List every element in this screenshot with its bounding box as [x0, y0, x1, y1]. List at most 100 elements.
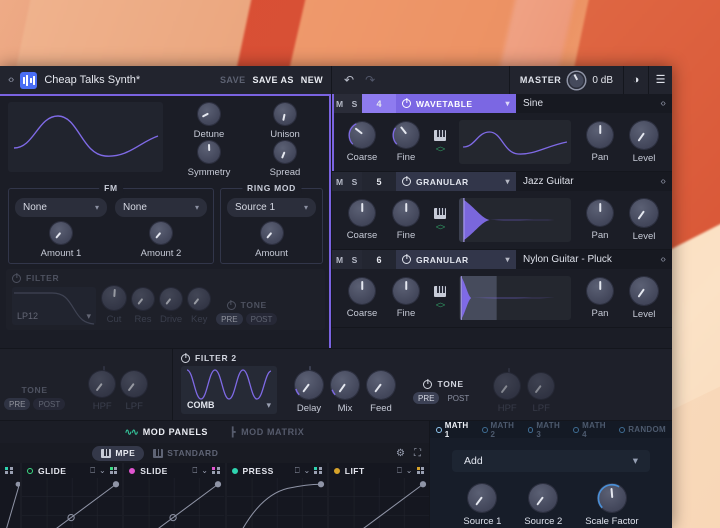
- keyboard-icon[interactable]: [434, 286, 446, 297]
- filter-1-response-graph[interactable]: LP12 ▾: [12, 287, 96, 325]
- osc-4-mute-button[interactable]: M: [332, 94, 347, 113]
- osc-4-pan-knob[interactable]: [587, 121, 613, 148]
- grid-icon[interactable]: [416, 466, 424, 475]
- gear-icon[interactable]: ⚙: [396, 448, 405, 459]
- osc-6-type-dropdown[interactable]: GRANULAR ▾: [396, 250, 516, 269]
- midi-link-icon[interactable]: <>: [436, 222, 445, 232]
- osc-6-level-knob[interactable]: [630, 276, 658, 305]
- tab-mod-matrix[interactable]: ┣ MOD MATRIX: [230, 427, 304, 438]
- osc-6-coarse-knob[interactable]: [349, 277, 375, 304]
- filter-1-drive-knob[interactable]: [160, 288, 183, 310]
- standard-button[interactable]: STANDARD: [144, 446, 227, 461]
- osc-4-coarse-knob[interactable]: [348, 121, 376, 148]
- filter-2-delay-knob[interactable]: [294, 371, 324, 399]
- tone-power-icon[interactable]: [226, 300, 236, 310]
- math-scale-factor-knob[interactable]: [597, 483, 627, 512]
- grid-icon[interactable]: [314, 466, 322, 475]
- expand-icon[interactable]: ⛶: [414, 448, 421, 459]
- tab-mod-panels[interactable]: ∿∿ MOD PANELS: [125, 427, 208, 438]
- osc-5-coarse-knob[interactable]: [349, 199, 375, 226]
- symmetry-knob[interactable]: [198, 140, 220, 163]
- ring-mod-amount-knob[interactable]: [260, 222, 283, 244]
- ring-mod-source-dropdown[interactable]: Source 1 ▾: [227, 198, 316, 217]
- osc-4-solo-button[interactable]: S: [347, 94, 362, 113]
- fm-amount-2-knob[interactable]: [149, 222, 172, 244]
- loop-icon[interactable]: ⎕: [192, 466, 197, 476]
- grid-icon[interactable]: [5, 466, 13, 475]
- osc-6-power-icon[interactable]: [402, 255, 411, 264]
- preset-name[interactable]: Cheap Talks Synth*: [44, 74, 213, 86]
- loop-icon[interactable]: ⎕: [397, 466, 402, 476]
- osc-5-preset-nav[interactable]: ‹›: [660, 176, 666, 187]
- midi-link-icon[interactable]: <>: [436, 144, 445, 154]
- osc-6-mute-button[interactable]: M: [332, 250, 347, 269]
- fm-source-1-dropdown[interactable]: None ▾: [15, 198, 107, 217]
- preset-nav-arrows[interactable]: ‹›: [8, 74, 14, 86]
- power-toggle-icon[interactable]: [12, 273, 21, 283]
- master-knob[interactable]: [568, 71, 586, 89]
- filter-2-pre-button[interactable]: PRE: [413, 392, 440, 404]
- math-source-1-knob[interactable]: [468, 484, 497, 512]
- osc-5-pan-knob[interactable]: [587, 199, 613, 226]
- grid-icon[interactable]: [212, 466, 220, 475]
- undo-icon[interactable]: ↶: [344, 73, 354, 87]
- download-icon[interactable]: ⌄: [304, 466, 311, 475]
- osc-4-level-knob[interactable]: [630, 120, 658, 149]
- loop-icon[interactable]: ⎕: [90, 466, 95, 476]
- osc-6-number[interactable]: 6: [362, 250, 396, 269]
- loop-icon[interactable]: ⎕: [295, 466, 300, 476]
- osc-6-fine-knob[interactable]: [393, 277, 419, 304]
- osc-6-preset-field[interactable]: Nylon Guitar - Pluck ‹›: [516, 250, 672, 269]
- mod-panel-glide[interactable]: GLIDE ⎕ ⌄: [22, 463, 123, 528]
- save-as-button[interactable]: SAVE AS: [252, 75, 293, 85]
- math-operation-dropdown[interactable]: Add ▾: [452, 450, 650, 472]
- osc-6-solo-button[interactable]: S: [347, 250, 362, 269]
- filter-1-hpf-knob[interactable]: [89, 371, 116, 397]
- osc-4-preset-field[interactable]: Sine ‹›: [516, 94, 672, 113]
- app-logo-icon[interactable]: [20, 71, 38, 89]
- filter-1-lpf-knob[interactable]: [121, 371, 148, 397]
- mod-panel-press-graph[interactable]: [226, 478, 327, 528]
- osc-6-preset-nav[interactable]: ‹›: [660, 254, 666, 265]
- download-icon[interactable]: ⌄: [99, 466, 106, 475]
- filter-1-cut-knob[interactable]: [102, 286, 126, 310]
- osc-4-power-icon[interactable]: [402, 99, 411, 108]
- filter-1-res-knob[interactable]: [132, 288, 154, 310]
- mod-panel-slide[interactable]: SLIDE ⎕ ⌄: [124, 463, 225, 528]
- mod-panel-lift-graph[interactable]: [328, 478, 429, 528]
- osc-5-fine-knob[interactable]: [393, 199, 419, 226]
- grid-icon[interactable]: [109, 466, 118, 475]
- tab-random[interactable]: RANDOM: [619, 425, 666, 434]
- filter-2-hpf-knob[interactable]: [494, 373, 521, 399]
- osc-5-solo-button[interactable]: S: [347, 172, 362, 191]
- mod-panel-lift[interactable]: LIFT ⎕ ⌄: [328, 463, 429, 528]
- osc-6-waveform[interactable]: [459, 276, 571, 320]
- menu-icon[interactable]: ☰: [648, 66, 672, 94]
- mod-panel-slide-graph[interactable]: [124, 478, 225, 528]
- mod-panel-press[interactable]: PRESS ⎕ ⌄: [226, 463, 327, 528]
- mod-panel-partial-graph[interactable]: [0, 478, 20, 528]
- osc-6-pan-knob[interactable]: [587, 277, 613, 304]
- osc-4-type-dropdown[interactable]: WAVETABLE ▾: [396, 94, 516, 113]
- filter-2-mix-knob[interactable]: [330, 371, 360, 399]
- filter-1-post-button[interactable]: POST: [245, 313, 278, 325]
- detune-knob[interactable]: [198, 102, 220, 125]
- osc-4-number[interactable]: 4: [362, 94, 396, 113]
- filter-2-post-button[interactable]: POST: [442, 392, 474, 404]
- mod-panel-partial[interactable]: [0, 463, 20, 528]
- filter-2-lpf-knob[interactable]: [528, 373, 555, 399]
- filter-1-key-knob[interactable]: [188, 288, 211, 310]
- waveform-display[interactable]: [8, 102, 163, 172]
- tab-math-2[interactable]: MATH 2: [481, 421, 520, 439]
- osc-5-mute-button[interactable]: M: [332, 172, 347, 191]
- osc-5-preset-field[interactable]: Jazz Guitar ‹›: [516, 172, 672, 191]
- download-icon[interactable]: ⌄: [406, 466, 413, 475]
- filter-2-tone-power-icon[interactable]: [423, 379, 433, 389]
- osc-5-power-icon[interactable]: [402, 177, 411, 186]
- filter-1-type-dropdown[interactable]: LP12 ▾: [17, 311, 91, 322]
- midi-link-icon[interactable]: <>: [436, 300, 445, 310]
- filter-2-response-graph[interactable]: COMB ▾: [181, 366, 277, 414]
- filter-1-tail-pre-button[interactable]: PRE: [4, 398, 31, 410]
- save-button[interactable]: SAVE: [220, 75, 245, 85]
- filter-2-power-icon[interactable]: [181, 353, 190, 363]
